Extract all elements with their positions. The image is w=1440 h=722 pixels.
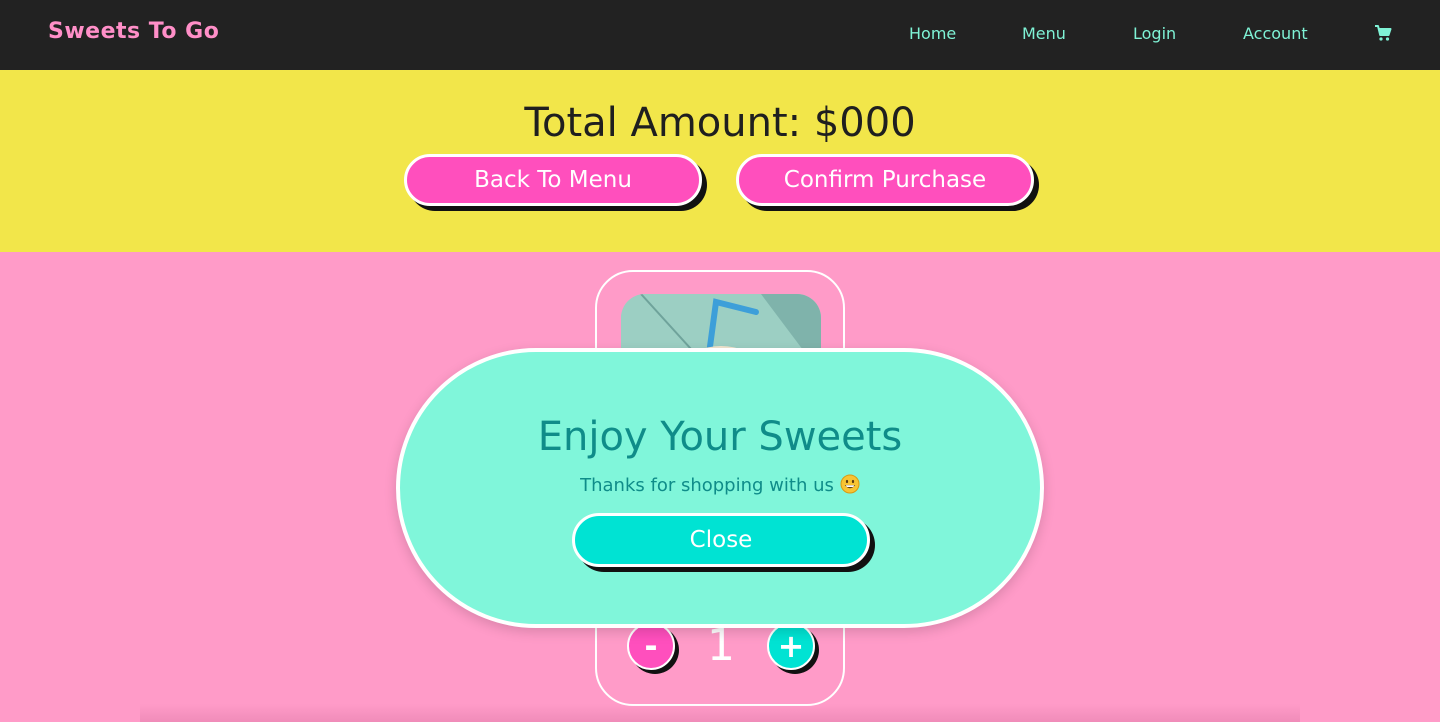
nav-menu-link[interactable]: Menu <box>1022 24 1066 43</box>
back-to-menu-button[interactable]: Back To Menu <box>404 154 702 206</box>
close-modal-button[interactable]: Close <box>572 513 870 567</box>
decrease-quantity-button[interactable]: - <box>627 622 675 670</box>
nav-account-link[interactable]: Account <box>1243 24 1308 43</box>
section-divider <box>140 704 1300 722</box>
shopping-cart-icon[interactable] <box>1374 24 1392 42</box>
nav-home-link[interactable]: Home <box>909 24 956 43</box>
brand-logo[interactable]: Sweets To Go <box>48 19 219 44</box>
total-amount: Total Amount: $000 <box>524 100 916 146</box>
order-summary-section: Total Amount: $000 Back To Menu Confirm … <box>0 70 1440 252</box>
confirm-purchase-button[interactable]: Confirm Purchase <box>736 154 1034 206</box>
nav-login-link[interactable]: Login <box>1133 24 1176 43</box>
purchase-confirmation-modal: Enjoy Your Sweets Thanks for shopping wi… <box>396 348 1044 628</box>
modal-title: Enjoy Your Sweets <box>537 414 903 460</box>
navbar: Sweets To Go Home Menu Login Account <box>0 0 1440 70</box>
modal-message: Thanks for shopping with us <box>400 474 1040 496</box>
increase-quantity-button[interactable]: + <box>767 622 815 670</box>
grinning-face-icon <box>840 474 860 494</box>
modal-message-text: Thanks for shopping with us <box>580 475 834 496</box>
